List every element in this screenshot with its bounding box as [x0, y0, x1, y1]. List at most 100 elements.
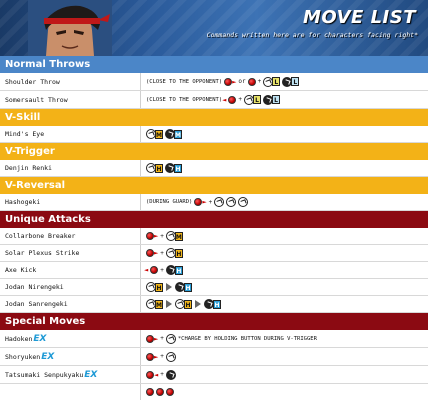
punch-icon: [146, 163, 156, 173]
arrow-right-icon: ►: [154, 334, 159, 343]
light-badge: L: [272, 95, 281, 104]
plus-icon: +: [208, 198, 213, 206]
punch-icon: [238, 197, 249, 207]
move-name: Axe Kick: [0, 262, 141, 278]
plus-icon: +: [160, 249, 164, 257]
plus-icon: +: [160, 353, 164, 360]
punch-icon: [146, 299, 156, 309]
move-row: Hashogeki (DURING GUARD) ► +: [0, 194, 428, 211]
joystick-icon: [150, 266, 159, 274]
punch-icon: [175, 299, 185, 309]
heavy-badge: H: [174, 163, 182, 173]
joystick-icon: [156, 388, 164, 396]
move-name-text: Hadoken: [5, 334, 33, 343]
move-command: M H H: [141, 296, 428, 312]
heavy-badge: H: [184, 299, 192, 309]
light-badge: L: [291, 77, 300, 86]
move-note: (CLOSE TO THE OPPONENT): [146, 96, 223, 103]
medium-badge: M: [174, 231, 183, 241]
kick-icon: [175, 282, 185, 292]
move-name: Hadoken EX: [0, 330, 141, 347]
character-portrait: [28, 0, 112, 56]
move-command: ► + H: [141, 245, 428, 261]
plus-icon: +: [160, 371, 164, 378]
joystick-icon: [194, 198, 203, 206]
move-name-text: Tatsumaki Senpukyaku: [5, 370, 84, 379]
plus-icon: +: [238, 96, 243, 103]
move-note: (DURING GUARD): [146, 199, 193, 205]
section-v-trigger: V-Trigger: [0, 143, 428, 160]
heavy-badge: H: [184, 282, 192, 292]
joystick-icon: [146, 249, 154, 257]
move-command: H H: [141, 160, 428, 176]
move-row: Collarbone Breaker ► + M: [0, 228, 428, 245]
page-subtitle: Commands written here are for characters…: [206, 31, 418, 39]
punch-icon: [146, 282, 156, 292]
punch-icon: [165, 333, 176, 344]
arrow-right-icon: ►: [202, 198, 207, 206]
punch-icon: [244, 94, 255, 105]
punch-icon: [226, 197, 237, 207]
move-row: Mind's Eye M M: [0, 126, 428, 143]
page-title: MOVE LIST: [303, 7, 416, 28]
move-row: Jodan Sanrengeki M H H: [0, 296, 428, 313]
move-command: (DURING GUARD) ► +: [141, 194, 428, 210]
then-arrow-icon: [166, 300, 172, 308]
arrow-right-icon: ►: [232, 77, 237, 86]
move-name: Collarbone Breaker: [0, 228, 141, 244]
joystick-icon: [146, 370, 154, 379]
section-normal-throws: Normal Throws: [0, 56, 428, 73]
move-row: Jodan Nirengeki H H: [0, 279, 428, 296]
joystick-icon: [166, 388, 174, 396]
joystick-icon: [146, 232, 154, 240]
move-command: [141, 384, 428, 400]
joystick-icon: [146, 388, 154, 396]
heavy-badge: H: [174, 248, 183, 258]
move-name: Jodan Sanrengeki: [0, 296, 141, 312]
move-name-text: Shoryuken: [5, 352, 41, 361]
move-row: Axe Kick ◄ + H: [0, 262, 428, 279]
move-command: (CLOSE TO THE OPPONENT) ◄ + L L: [141, 91, 428, 108]
medium-badge: M: [155, 299, 163, 309]
medium-badge: M: [155, 129, 163, 139]
then-arrow-icon: [166, 283, 172, 291]
section-v-reversal: V-Reversal: [0, 177, 428, 194]
arrow-right-icon: ►: [154, 232, 159, 240]
section-v-skill: V-Skill: [0, 109, 428, 126]
kick-icon: [165, 129, 175, 139]
joystick-icon: [146, 352, 154, 361]
heavy-badge: H: [155, 163, 163, 173]
move-name: Tatsumaki Senpukyaku EX: [0, 366, 141, 383]
plus-icon: +: [160, 335, 164, 342]
punch-icon: [146, 129, 156, 139]
arrow-left-icon: ◄: [222, 95, 227, 104]
plus-icon: +: [257, 78, 262, 85]
move-name: Somersault Throw: [0, 91, 141, 108]
then-arrow-icon: [195, 300, 201, 308]
move-note: (CLOSE TO THE OPPONENT): [146, 78, 223, 85]
move-command: ► + M: [141, 228, 428, 244]
move-row: Denjin Renki H H: [0, 160, 428, 177]
move-command: ◄ +: [141, 366, 428, 383]
move-note: *CHARGE BY HOLDING BUTTON DURING V-TRIGG…: [177, 335, 317, 342]
punch-icon: [165, 248, 176, 258]
arrow-left-icon: ◄: [154, 370, 159, 379]
punch-icon: [263, 76, 274, 87]
punch-icon: [165, 351, 176, 362]
move-row: Hadoken EX ► + *CHARGE BY HOLDING BUTTON …: [0, 330, 428, 348]
heavy-badge: H: [155, 282, 163, 292]
move-command: ◄ + H: [141, 262, 428, 278]
move-command: (CLOSE TO THE OPPONENT) ► or + L L: [141, 73, 428, 90]
move-name: Mind's Eye: [0, 126, 141, 142]
move-command: H H: [141, 279, 428, 295]
kick-icon: [282, 76, 293, 87]
ex-badge: EX: [33, 333, 47, 344]
medium-badge: M: [174, 129, 182, 139]
ex-badge: EX: [84, 369, 98, 380]
move-command: ► +: [141, 348, 428, 365]
arrow-right-icon: ►: [154, 352, 159, 361]
move-name: Shoryuken EX: [0, 348, 141, 365]
move-name: Jodan Nirengeki: [0, 279, 141, 295]
move-row: Shoryuken EX ► +: [0, 348, 428, 366]
move-command: ► + *CHARGE BY HOLDING BUTTON DURING V-T…: [141, 330, 428, 347]
